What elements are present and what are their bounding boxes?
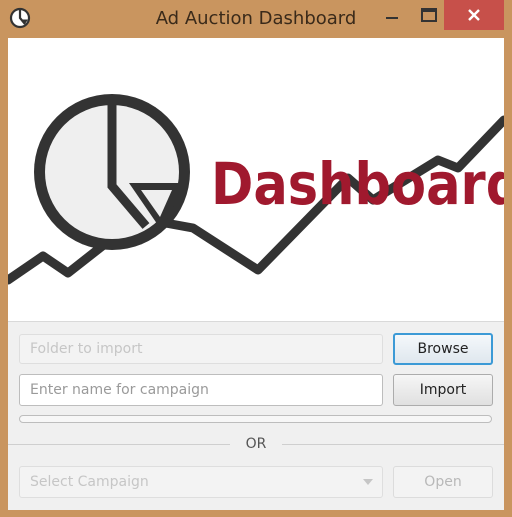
open-button[interactable]: Open: [393, 466, 493, 498]
minimize-icon: [386, 17, 398, 19]
browse-button[interactable]: Browse: [393, 333, 493, 365]
or-divider-right: [282, 444, 504, 445]
campaign-name-input[interactable]: Enter name for campaign: [19, 374, 383, 406]
banner-graphic: Dashboard: [8, 94, 504, 285]
import-button[interactable]: Import: [393, 374, 493, 406]
folder-import-field[interactable]: Folder to import: [19, 334, 383, 364]
maximize-button[interactable]: [414, 0, 444, 30]
title-bar[interactable]: Ad Auction Dashboard: [0, 0, 512, 38]
client-area: Dashboard Folder to import Browse Enter …: [8, 38, 504, 510]
or-divider-left: [8, 444, 230, 445]
dashboard-logo-text: Dashboard: [211, 150, 504, 218]
close-button[interactable]: [444, 0, 504, 30]
chevron-down-icon: [363, 479, 373, 485]
maximize-icon: [421, 8, 437, 22]
minimize-button[interactable]: [370, 0, 414, 30]
or-label: OR: [245, 436, 267, 452]
control-panel: Folder to import Browse Enter name for c…: [8, 321, 504, 510]
close-icon: [468, 9, 480, 21]
dashboard-banner: Dashboard: [8, 38, 504, 321]
campaign-select-placeholder: Select Campaign: [30, 474, 149, 490]
campaign-select[interactable]: Select Campaign: [19, 466, 383, 498]
app-window: Ad Auction Dashboard Dashboard Folder to…: [0, 0, 512, 517]
import-progress-bar: [19, 415, 492, 423]
campaign-name-placeholder: Enter name for campaign: [30, 382, 209, 398]
folder-import-placeholder: Folder to import: [30, 341, 143, 357]
